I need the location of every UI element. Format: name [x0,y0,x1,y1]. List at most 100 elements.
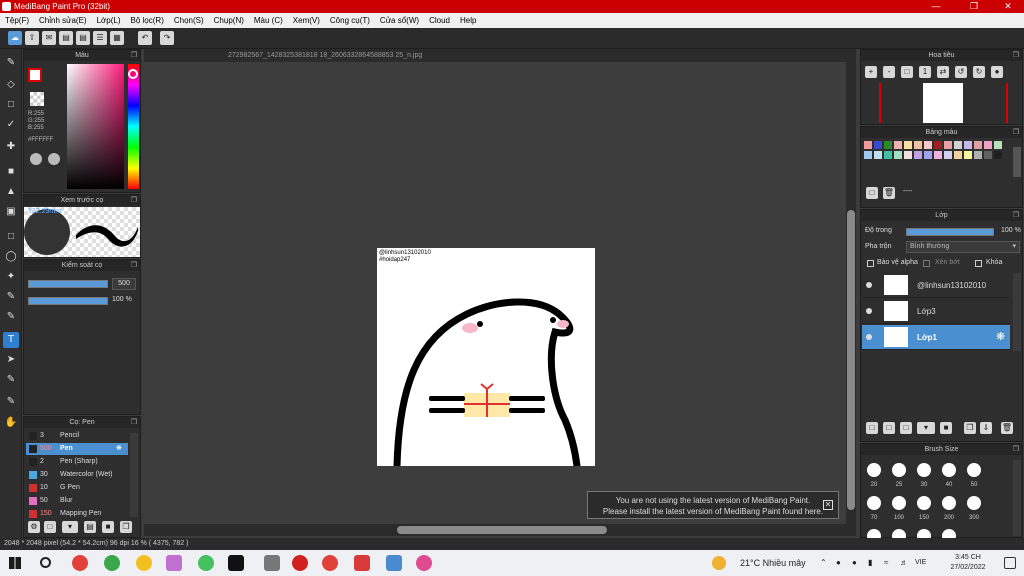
brush-size-scrollbar[interactable] [1013,460,1021,536]
tray-chevron-icon[interactable]: ⌃ [820,558,827,567]
palette-swatch[interactable] [944,151,952,159]
select-pen-tool-icon[interactable]: ✎ [3,289,19,305]
palette-swatch[interactable] [994,151,1002,159]
layer-folder-icon[interactable]: ■ [940,422,952,434]
app-icon[interactable] [354,555,370,571]
brush-size-dot[interactable] [942,529,956,538]
panel-pin-icon[interactable]: ❐ [1013,444,1019,455]
comment-icon[interactable]: ▤ [59,31,73,45]
battery-icon[interactable]: ▮ [868,558,872,567]
brush-item[interactable]: 50 Blur [26,495,128,507]
palette-swatch[interactable] [864,151,872,159]
palette-swatch[interactable] [884,141,892,149]
weather-icon[interactable] [712,556,726,570]
divide-tool-icon[interactable]: ✎ [3,394,19,410]
volume-icon[interactable]: ♬ [900,558,908,567]
palette-swatch[interactable] [934,141,942,149]
palette-swatch[interactable] [964,141,972,149]
palette-swatch[interactable] [874,151,882,159]
blend-mode-select[interactable]: Bình thường ▾ [906,241,1020,253]
select-eraser-tool-icon[interactable]: ✎ [3,309,19,325]
brush-size-dot[interactable] [942,496,956,510]
brush-size-dot[interactable] [892,496,906,510]
menu-file[interactable]: Tệp(F) [0,13,34,28]
settings-gear-icon[interactable]: ❋ [116,443,122,455]
camera-icon[interactable] [386,555,402,571]
operation-tool-icon[interactable]: ➤ [3,352,19,368]
lock-checkbox[interactable] [975,260,982,267]
panel-pin-icon[interactable]: ❐ [1013,210,1019,221]
eye-icon[interactable] [866,308,872,314]
brush-size-dot[interactable] [867,529,881,538]
brush-doc-icon[interactable]: ▤ [84,521,96,533]
palette-swatch[interactable] [984,141,992,149]
panel-pin-icon[interactable]: ❐ [131,260,137,271]
rect-fill-tool-icon[interactable]: ■ [3,164,19,180]
brush-opacity-slider[interactable] [28,297,108,305]
redo-icon[interactable]: ↷ [160,31,174,45]
language-indicator[interactable]: VIE [915,559,926,566]
layer-item[interactable]: @linhsun13102010 [862,273,1010,298]
brush-item-selected[interactable]: 500 Pen ❋ [26,443,128,455]
palette-swatch[interactable] [944,141,952,149]
tray-app-icon[interactable]: ● [852,558,857,567]
blur-tool-icon[interactable]: ✓ [3,117,19,133]
brush-item[interactable]: 3 Pencil [26,430,128,442]
brush-size-dot[interactable] [892,529,906,538]
bucket-tool-icon[interactable]: ▲ [3,184,19,200]
capcut-icon[interactable] [228,555,244,571]
new-layer-icon[interactable]: □ [866,422,878,434]
record-icon[interactable] [292,555,308,571]
chrome-icon[interactable] [72,555,88,571]
merge-layer-icon[interactable]: ⇓ [980,422,992,434]
zoom-out-icon[interactable]: - [883,66,895,78]
menu-snap[interactable]: Chụp(N) [209,13,249,28]
magic-wand-tool-icon[interactable]: ✦ [3,269,19,285]
fit-window-icon[interactable]: □ [901,66,913,78]
brush-copy-icon[interactable]: ❐ [120,521,132,533]
cloud-icon[interactable]: ☁ [8,31,22,45]
tray-app-icon[interactable]: ● [836,558,841,567]
horizontal-scroll-thumb[interactable] [397,526,607,534]
palette-swatch[interactable] [894,151,902,159]
brush-tool-icon[interactable]: ✎ [3,55,19,71]
eyedropper-color-icon[interactable] [48,153,60,165]
new-halftone-layer-icon[interactable]: □ [883,422,895,434]
windows-start-icon[interactable] [9,557,21,569]
transparent-color-swatch[interactable] [30,92,44,106]
grid-icon[interactable]: ▦ [110,31,124,45]
brush-list-scrollbar[interactable] [130,433,138,517]
search-icon[interactable] [40,557,51,568]
palette-add-icon[interactable] [30,153,42,165]
menu-view[interactable]: Xem(V) [288,13,325,28]
palette-swatch[interactable] [874,141,882,149]
palette-swatch[interactable] [914,141,922,149]
palette-swatch[interactable] [954,141,962,149]
brush-item[interactable]: 30 Watercolor (Wet) [26,469,128,481]
update-notification[interactable]: You are not using the latest version of … [587,491,839,519]
lasso-tool-icon[interactable]: ◯ [3,249,19,265]
menu-color[interactable]: Màu (C) [249,13,288,28]
eraser-tool-icon[interactable]: ◇ [3,77,19,93]
brush-menu-icon[interactable]: ▾ [62,521,78,533]
weather-text[interactable]: 21°C Nhiều mây [740,558,806,568]
eye-icon[interactable] [866,282,872,288]
palette-delete-icon[interactable]: 🗑 [883,187,895,199]
layer-item[interactable]: Lớp3 [862,299,1010,324]
brush-size-value[interactable]: 500 [112,278,136,290]
layer-item-selected[interactable]: Lớp1 ❋ [862,325,1010,350]
navigator-thumbnail[interactable] [923,83,963,123]
menu-select[interactable]: Chọn(S) [169,13,209,28]
panel-pin-icon[interactable]: ❐ [1013,50,1019,61]
hand-tool-icon[interactable]: ✋ [3,415,19,431]
brush-size-dot[interactable] [867,463,881,477]
delete-layer-icon[interactable]: 🗑 [1001,422,1013,434]
eye-icon[interactable] [866,334,872,340]
palette-swatch[interactable] [984,151,992,159]
protect-alpha-checkbox[interactable] [867,260,874,267]
layer-list-scrollbar[interactable] [1013,273,1021,351]
palette-swatch[interactable] [894,141,902,149]
hue-slider[interactable] [128,64,139,189]
palette-swatch[interactable] [974,151,982,159]
brush-size-dot[interactable] [942,463,956,477]
